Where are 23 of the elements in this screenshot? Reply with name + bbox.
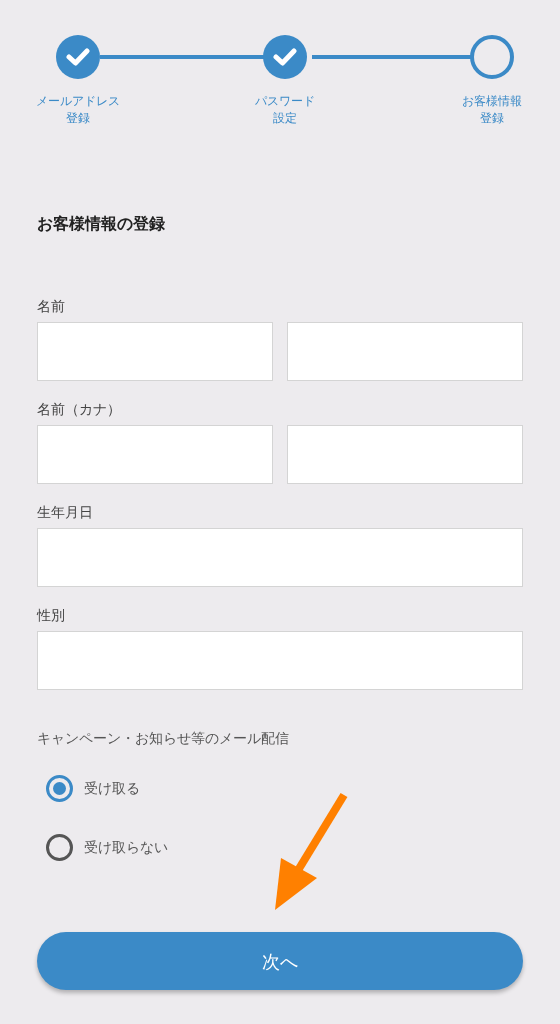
radio-label[interactable]: 受け取る — [84, 778, 140, 799]
step-label: お客様情報 — [462, 93, 522, 110]
next-button[interactable]: 次へ — [37, 932, 523, 990]
section-heading: お客様情報の登録 — [37, 213, 166, 235]
input-field[interactable] — [37, 528, 523, 587]
field-label: 名前 — [37, 297, 66, 316]
input-field[interactable] — [37, 322, 273, 381]
field-label: キャンペーン・お知らせ等のメール配信 — [37, 729, 290, 748]
step-label: パスワード — [255, 93, 315, 110]
field-label: 生年月日 — [37, 503, 94, 522]
input-field[interactable] — [287, 425, 523, 484]
field-label: 性別 — [37, 606, 66, 625]
input-field[interactable] — [37, 425, 273, 484]
radio-label[interactable]: 受け取らない — [84, 837, 168, 858]
step-label: メールアドレス — [36, 93, 120, 110]
step-label: 登録 — [480, 110, 504, 127]
field-label: 名前（カナ） — [37, 400, 122, 419]
step-label: 登録 — [66, 110, 90, 127]
input-field[interactable] — [287, 322, 523, 381]
step-label: 設定 — [273, 110, 297, 127]
radio-button[interactable] — [46, 775, 73, 802]
radio-button[interactable] — [46, 834, 73, 861]
input-field[interactable] — [37, 631, 523, 690]
